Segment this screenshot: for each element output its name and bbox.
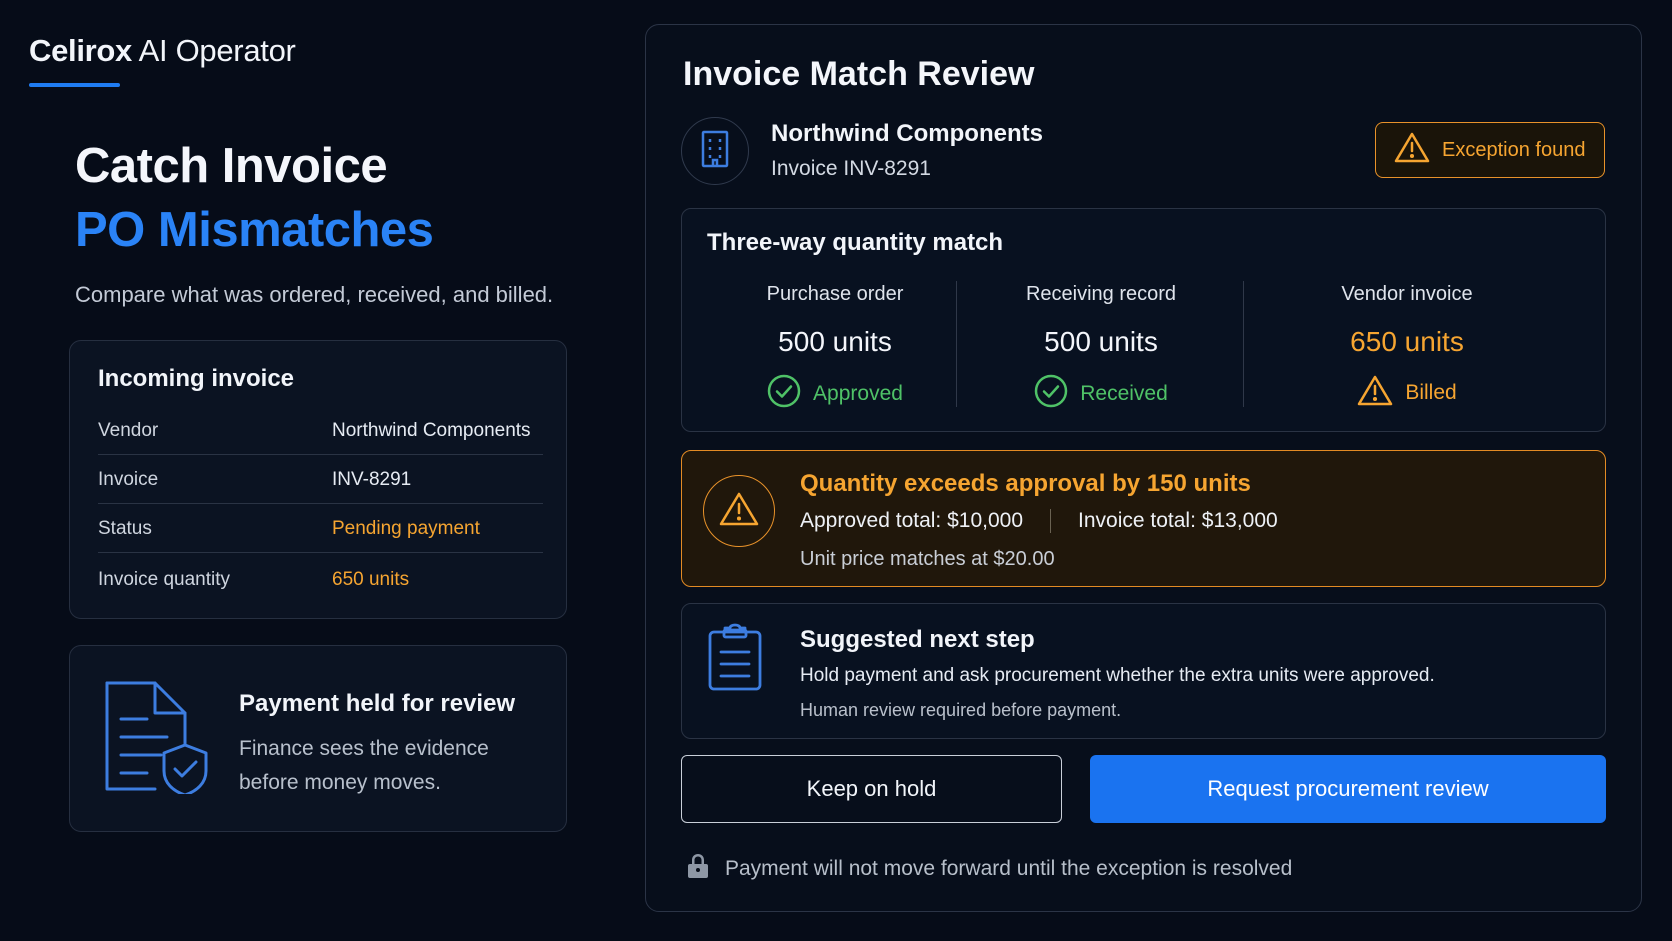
three-way-match-title: Three-way quantity match: [707, 229, 1004, 256]
approved-total-value: $10,000: [947, 509, 1024, 532]
exception-badge-label: Exception found: [1442, 138, 1586, 161]
status-label: Billed: [1405, 381, 1457, 404]
match-column-receiving-record: Receiving record 500 units Received: [948, 279, 1254, 408]
incoming-invoice-title: Incoming invoice: [98, 365, 295, 392]
match-column-quantity: 500 units: [1044, 326, 1158, 357]
vendor-invoice-number: Invoice INV-8291: [771, 157, 931, 180]
warning-icon: [1357, 374, 1393, 412]
column-divider: [1243, 281, 1244, 407]
brand-name-bold: Celirox: [29, 33, 132, 68]
vendor-name: Northwind Components: [771, 120, 1043, 147]
building-icon: [700, 129, 730, 174]
three-way-match-card: Three-way quantity match Purchase order …: [681, 208, 1606, 432]
incoming-invoice-card: Incoming invoice Vendor Northwind Compon…: [69, 340, 567, 619]
invoice-row-invoice: Invoice INV-8291: [98, 454, 543, 504]
footnote-text: Payment will not move forward until the …: [725, 857, 1293, 880]
unit-price-note: Unit price matches at $20.00: [800, 548, 1055, 570]
brand-underline: [29, 83, 120, 87]
next-step-note: Human review required before payment.: [800, 700, 1122, 720]
row-label: Invoice quantity: [98, 569, 231, 590]
totals-divider: [1050, 509, 1052, 533]
match-column-status: Billed: [1254, 374, 1560, 412]
invoice-total-value: $13,000: [1201, 509, 1278, 532]
keep-on-hold-button[interactable]: Keep on hold: [681, 755, 1062, 823]
quantity-exception-alert: Quantity exceeds approval by 150 units A…: [681, 450, 1606, 587]
row-value: Northwind Components: [332, 420, 531, 441]
match-column-quantity: 650 units: [1350, 326, 1464, 357]
match-column-status: Received: [948, 374, 1254, 414]
match-column-label: Receiving record: [1025, 283, 1177, 305]
alert-icon-circle: [703, 475, 775, 547]
payment-held-card: Payment held for review Finance sees the…: [69, 645, 567, 832]
status-label: Approved: [813, 382, 903, 405]
row-label: Invoice: [98, 469, 159, 490]
quantity-value: 650 units: [332, 569, 410, 590]
status-value: Pending payment: [332, 518, 480, 539]
alert-totals: Approved total: $10,000 Invoice total: $…: [800, 509, 1278, 533]
hero-headline-line1: Catch Invoice: [75, 139, 388, 193]
payment-held-description: Finance sees the evidence before money m…: [239, 737, 489, 794]
alert-title: Quantity exceeds approval by 150 units: [800, 470, 1251, 497]
lock-icon: [687, 853, 709, 885]
invoice-row-vendor: Vendor Northwind Components: [98, 405, 543, 455]
row-label: Vendor: [98, 420, 159, 441]
payment-held-title: Payment held for review: [239, 690, 516, 717]
match-column-purchase-order: Purchase order 500 units Approved: [682, 279, 988, 408]
next-step-title: Suggested next step: [800, 626, 1035, 653]
hero-headline-line2: PO Mismatches: [75, 203, 434, 257]
exception-badge[interactable]: Exception found: [1375, 122, 1605, 178]
suggested-next-step-card: Suggested next step Hold payment and ask…: [681, 603, 1606, 739]
invoice-total-label: Invoice total:: [1078, 509, 1196, 532]
request-procurement-review-button[interactable]: Request procurement review: [1090, 755, 1606, 823]
match-column-label: Vendor invoice: [1341, 283, 1473, 305]
brand-name-rest: AI Operator: [132, 33, 296, 68]
match-column-status: Approved: [682, 374, 988, 414]
row-label: Status: [98, 518, 152, 539]
invoice-match-review-panel: Invoice Match Review Northwind Component…: [645, 24, 1642, 912]
match-column-label: Purchase order: [766, 283, 904, 305]
warning-icon: [719, 491, 759, 532]
check-circle-icon: [1034, 374, 1068, 414]
approved-total-label: Approved total:: [800, 509, 942, 532]
next-step-description: Hold payment and ask procurement whether…: [800, 665, 1435, 686]
match-column-vendor-invoice: Vendor invoice 650 units Billed: [1254, 279, 1560, 407]
warning-icon: [1394, 131, 1430, 169]
invoice-row-quantity: Invoice quantity 650 units: [98, 554, 543, 604]
payment-lock-footnote: Payment will not move forward until the …: [687, 853, 1292, 885]
document-shield-icon: [103, 679, 208, 799]
vendor-avatar: [681, 117, 749, 185]
clipboard-icon: [707, 622, 763, 697]
match-column-quantity: 500 units: [778, 326, 892, 357]
row-value: INV-8291: [332, 469, 412, 490]
hero-subtitle: Compare what was ordered, received, and …: [75, 282, 554, 307]
brand-logo: Celirox AI Operator: [29, 33, 296, 69]
panel-title: Invoice Match Review: [683, 55, 1035, 93]
invoice-row-status: Status Pending payment: [98, 503, 543, 553]
check-circle-icon: [767, 374, 801, 414]
status-label: Received: [1080, 382, 1168, 405]
